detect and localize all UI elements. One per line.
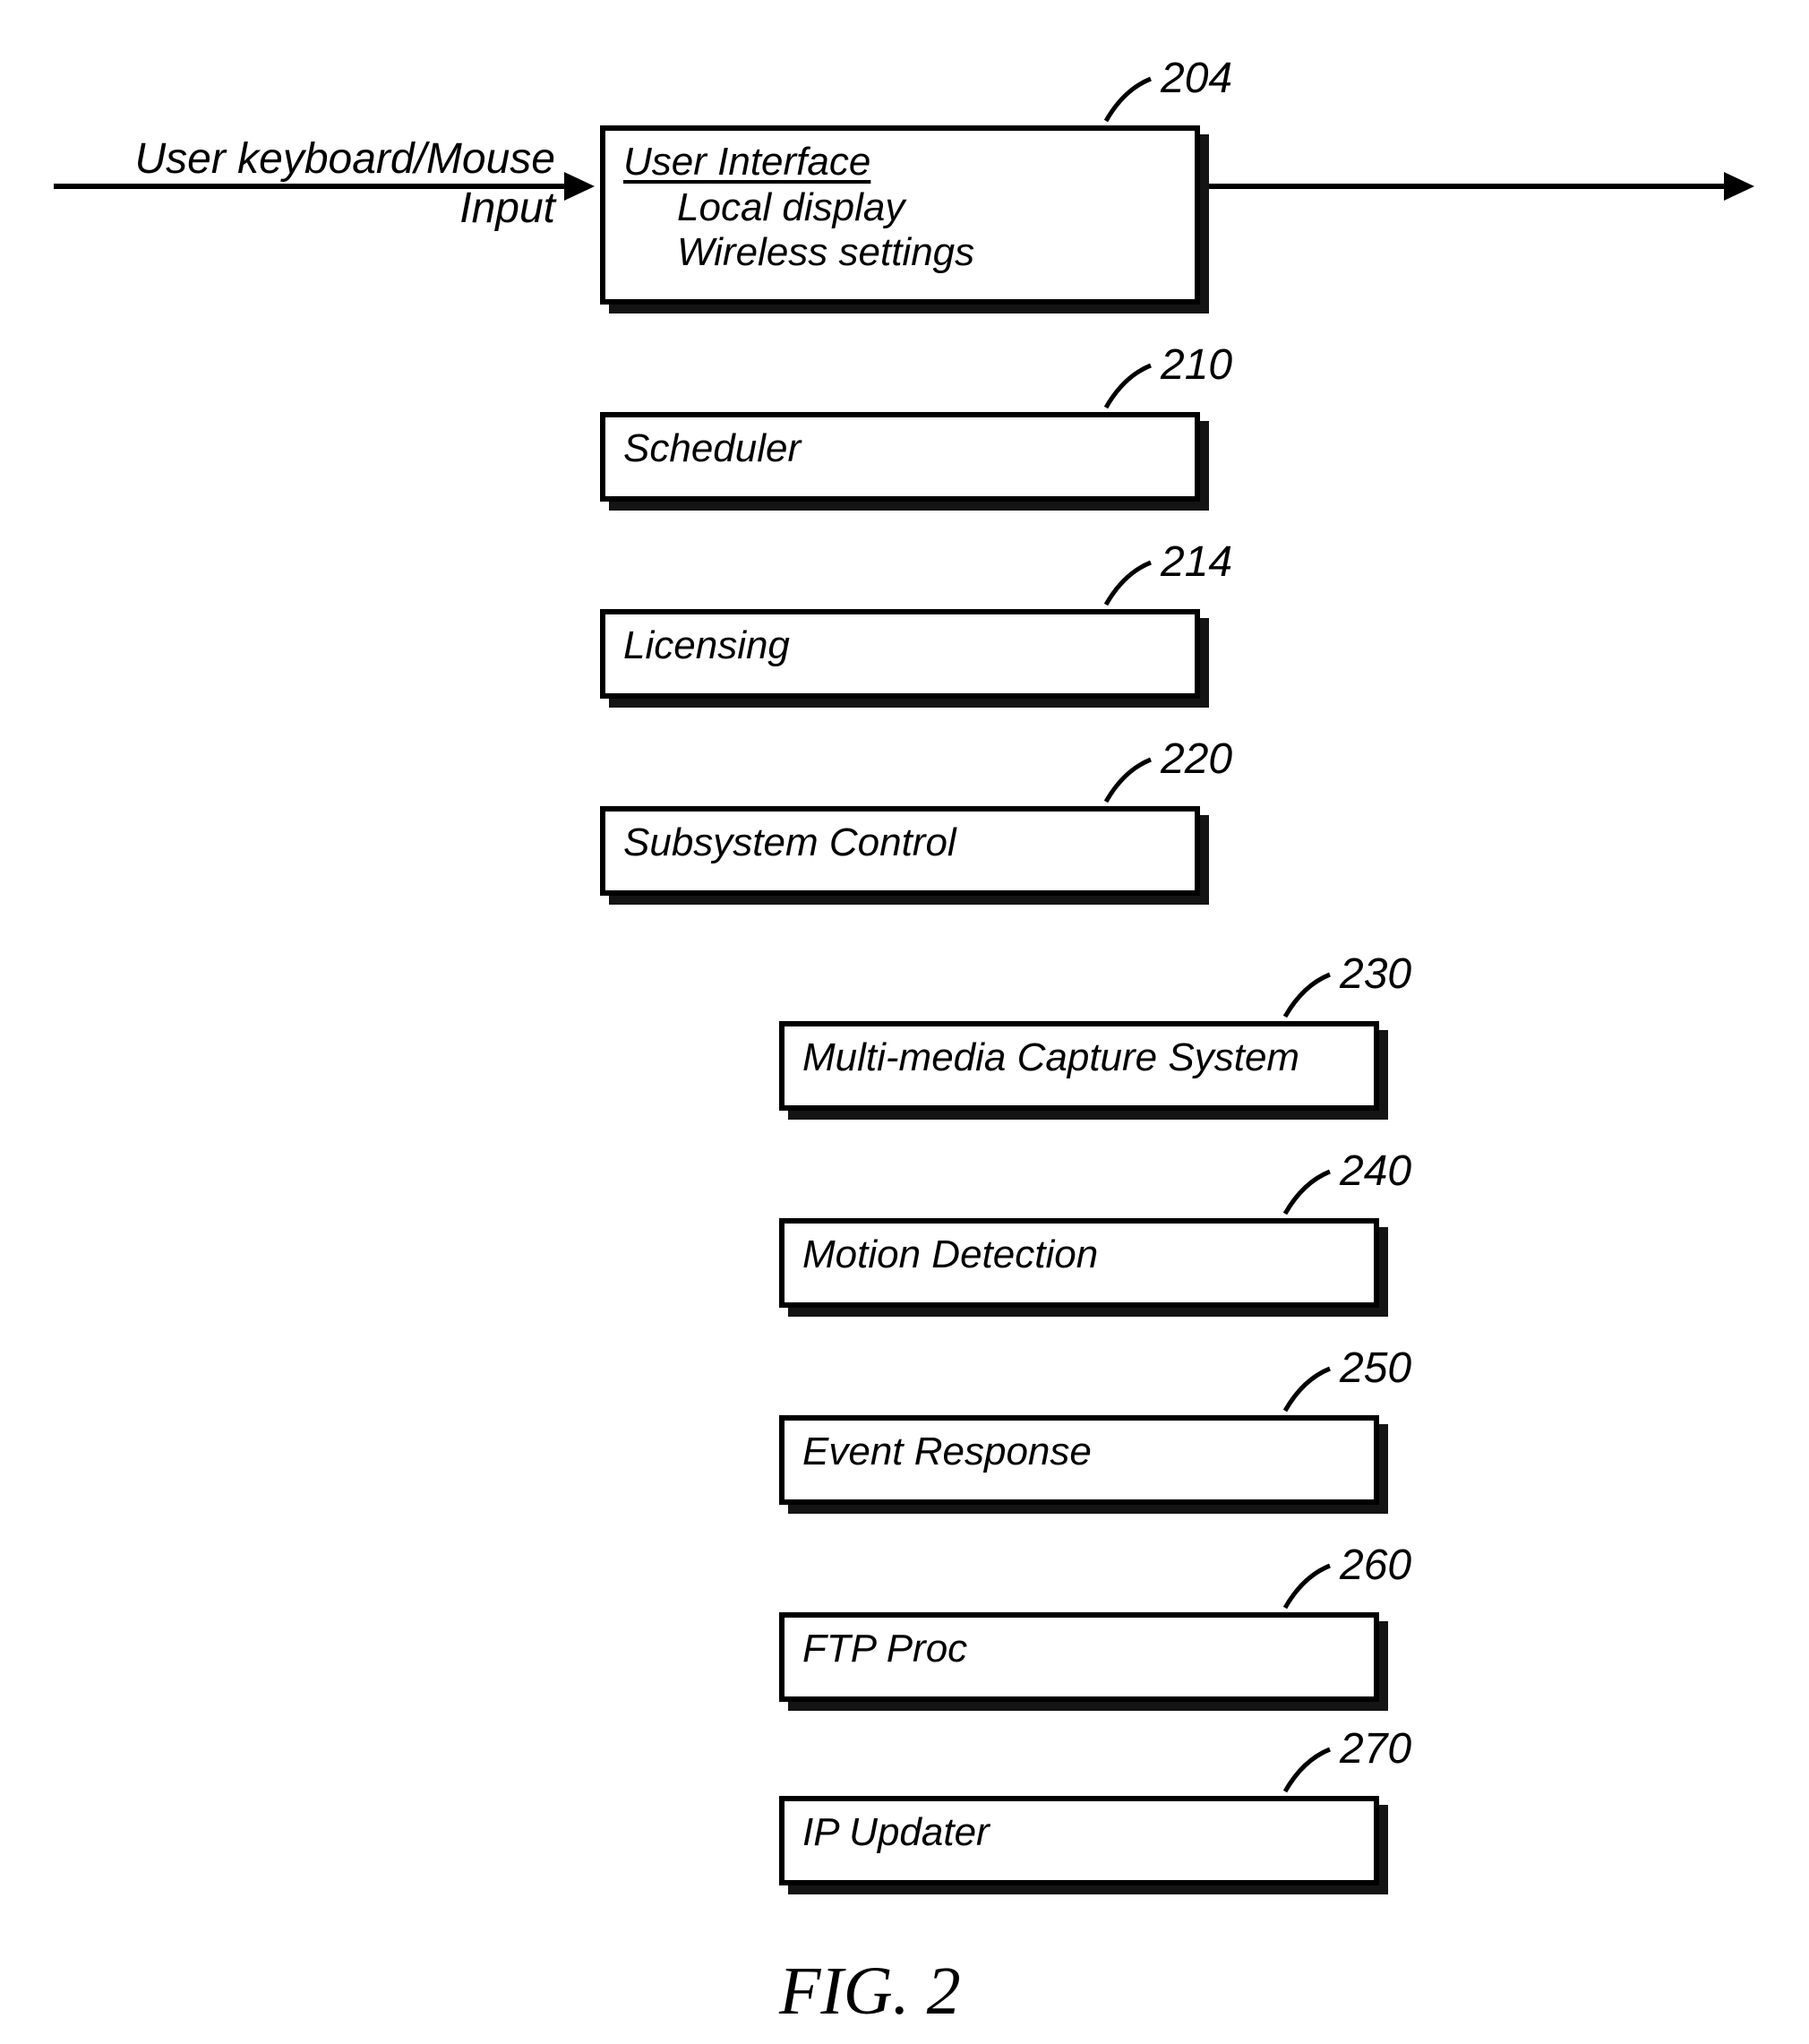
ref-hook-214: [1102, 555, 1155, 609]
arrow-output-head: [1724, 172, 1754, 201]
ftp-proc-label: FTP Proc: [802, 1627, 967, 1670]
event-response-label: Event Response: [802, 1430, 1092, 1473]
licensing-label: Licensing: [623, 623, 790, 667]
user-interface-title: User Interface: [623, 140, 1177, 185]
scheduler-label: Scheduler: [623, 426, 801, 470]
event-response-box: Event Response: [779, 1415, 1379, 1505]
ref-label-270: 270: [1340, 1724, 1411, 1773]
ip-updater-label: IP Updater: [802, 1810, 990, 1854]
licensing-box: Licensing: [600, 609, 1200, 699]
subsystem-control-box: Subsystem Control: [600, 806, 1200, 896]
ref-hook-270: [1281, 1742, 1334, 1796]
diagram-canvas: User keyboard/Mouse Input User Interface…: [0, 0, 1809, 2044]
ref-hook-230: [1281, 967, 1334, 1021]
capture-system-label: Multi-media Capture System: [802, 1035, 1299, 1079]
user-interface-box: User Interface Local display Wireless se…: [600, 125, 1200, 305]
ip-updater-box: IP Updater: [779, 1796, 1379, 1885]
ref-hook-204: [1102, 72, 1155, 125]
user-interface-sub1: Local display: [623, 185, 1177, 231]
subsystem-control-label: Subsystem Control: [623, 820, 956, 864]
arrow-input-line: [54, 184, 582, 189]
ref-hook-260: [1281, 1559, 1334, 1612]
ref-label-210: 210: [1161, 340, 1232, 390]
ref-label-230: 230: [1340, 949, 1411, 999]
ref-hook-240: [1281, 1164, 1334, 1218]
ftp-proc-box: FTP Proc: [779, 1612, 1379, 1702]
ref-label-240: 240: [1340, 1147, 1411, 1196]
capture-system-box: Multi-media Capture System: [779, 1021, 1379, 1111]
arrow-input-head: [564, 172, 595, 201]
motion-detection-box: Motion Detection: [779, 1218, 1379, 1308]
arrow-output-line: [1205, 184, 1733, 189]
figure-caption: FIG. 2: [779, 1953, 961, 2031]
motion-detection-label: Motion Detection: [802, 1232, 1098, 1276]
ref-hook-250: [1281, 1361, 1334, 1415]
ref-label-250: 250: [1340, 1344, 1411, 1393]
ref-label-220: 220: [1161, 734, 1232, 784]
ref-label-204: 204: [1161, 54, 1232, 103]
ref-hook-220: [1102, 752, 1155, 806]
ref-hook-210: [1102, 358, 1155, 412]
ref-label-260: 260: [1340, 1541, 1411, 1590]
user-interface-sub2: Wireless settings: [623, 230, 1177, 276]
ref-label-214: 214: [1161, 537, 1232, 587]
scheduler-box: Scheduler: [600, 412, 1200, 502]
